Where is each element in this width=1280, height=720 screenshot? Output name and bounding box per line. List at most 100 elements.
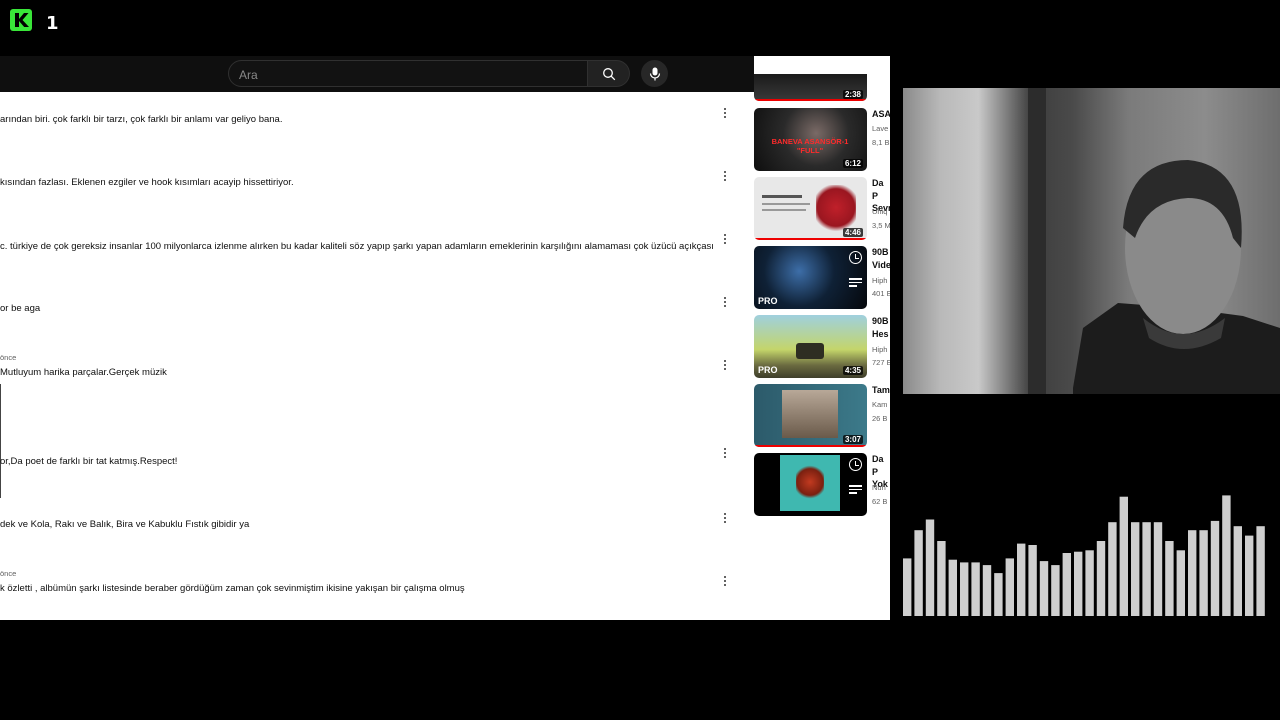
video-channel[interactable]: Hiph [872, 274, 887, 287]
webcam-feed [903, 88, 1280, 394]
visualizer-bar [982, 565, 992, 616]
comment-menu-icon[interactable] [722, 448, 728, 462]
video-thumbnail[interactable]: PRO [754, 246, 867, 309]
reply-thread-line [0, 384, 1, 498]
watch-later-icon[interactable] [849, 251, 862, 264]
comment-menu-icon[interactable] [722, 234, 728, 248]
video-duration: 4:46 [842, 228, 863, 237]
comment-text: c. türkiye de çok gereksiz insanlar 100 … [0, 241, 714, 252]
video-stats: 8,1 B [872, 138, 890, 147]
search-icon [603, 68, 616, 81]
visualizer-bar [994, 573, 1003, 616]
search-box[interactable] [228, 60, 588, 87]
comment-menu-icon[interactable] [722, 297, 728, 311]
visualizer-bar [1256, 526, 1265, 616]
video-thumbnail[interactable]: BANEVA ASANSÖR-1 "FULL" 6:12 [754, 108, 867, 171]
visualizer-bar [1039, 561, 1049, 616]
visualizer-bar [1051, 565, 1060, 616]
video-title[interactable]: Tam [872, 384, 890, 397]
visualizer-bar [1085, 550, 1094, 616]
comments-section: arından biri. çok farklı bir tarzı, çok … [0, 92, 750, 620]
video-channel[interactable]: Lave [872, 122, 888, 135]
video-channel[interactable]: Nuh [872, 481, 886, 494]
visualizer-bar [1108, 522, 1117, 616]
watch-progress [754, 445, 867, 447]
video-duration: 3:07 [842, 435, 863, 444]
video-title[interactable]: 90B Hes [872, 315, 889, 340]
microphone-icon [649, 67, 660, 80]
browser-window: arından biri. çok farklı bir tarzı, çok … [0, 56, 890, 620]
video-stats: 3,5 M [872, 221, 890, 230]
visualizer-bar [1142, 522, 1151, 616]
video-stats: 401 E [872, 289, 890, 298]
video-thumbnail[interactable]: PRO 4:35 [754, 315, 867, 378]
comment-text: or be aga [0, 303, 41, 314]
thumbnail-text-line [762, 203, 810, 205]
comment-text: or,Da poet de farklı bir tat katmış.Resp… [0, 456, 178, 467]
comment-menu-icon[interactable] [722, 108, 728, 122]
visualizer-bar [1199, 530, 1208, 616]
comment-text: k özletti , albümün şarkı listesinde ber… [0, 583, 465, 594]
thumbnail-text-line [762, 195, 802, 198]
visualizer-bar [1074, 551, 1083, 616]
visualizer-bar [1222, 495, 1231, 616]
search-input[interactable] [237, 64, 581, 86]
video-stats: 62 B [872, 497, 888, 506]
visualizer-bar [1005, 558, 1014, 616]
recommended-videos: 2:38 BANEVA ASANSÖR-1 "FULL" 6:12 ASA La… [754, 56, 890, 620]
video-stats: 727 E [872, 358, 890, 367]
visualizer-bar [1176, 550, 1185, 616]
visualizer-bar [1188, 530, 1197, 616]
thumbnail-brand-text: PRO [758, 296, 778, 306]
visualizer-bar [914, 530, 923, 616]
visualizer-bar [1233, 526, 1242, 616]
visualizer-bar [971, 562, 980, 616]
streamer-silhouette [1028, 88, 1280, 394]
visualizer-bar [960, 562, 969, 616]
comment-menu-icon[interactable] [722, 360, 728, 374]
visualizer-bar [1245, 535, 1254, 616]
search-button[interactable] [588, 60, 630, 87]
video-stats: 26 B [872, 414, 888, 423]
add-to-queue-icon[interactable] [849, 485, 862, 495]
visualizer-bar [1017, 543, 1026, 616]
audio-visualizer [903, 495, 1265, 616]
video-channel[interactable]: Hiph [872, 343, 887, 356]
thumbnail-vehicle [796, 343, 824, 359]
thumbnail-photo [782, 390, 838, 438]
comment-menu-icon[interactable] [722, 171, 728, 185]
visualizer-bar [1131, 522, 1140, 616]
comment-timestamp: önce [0, 569, 17, 578]
video-duration: 4:35 [842, 366, 863, 375]
thumbnail-brand-text: PRO [758, 365, 778, 375]
visualizer-bar [1096, 541, 1106, 616]
visualizer-bar [1153, 522, 1163, 616]
comment-text: arından biri. çok farklı bir tarzı, çok … [0, 114, 283, 125]
comment-timestamp: önce [0, 353, 17, 362]
k-logo-icon [10, 9, 32, 31]
channel-number: 1 [46, 13, 59, 34]
watch-progress [754, 99, 867, 101]
comment-menu-icon[interactable] [722, 576, 728, 590]
visualizer-bar [1210, 520, 1220, 616]
voice-search-button[interactable] [641, 60, 668, 87]
video-duration: 6:12 [842, 159, 863, 168]
comment-menu-icon[interactable] [722, 513, 728, 527]
watch-progress [754, 238, 867, 240]
video-thumbnail[interactable]: 3:07 [754, 384, 867, 447]
video-channel[interactable]: Uniq [872, 205, 887, 218]
video-title[interactable]: ASA [872, 108, 890, 121]
thumbnail-text-line [762, 209, 806, 211]
channel-logo: 1 [10, 9, 59, 33]
add-to-queue-icon[interactable] [849, 278, 862, 288]
thumbnail-artwork [780, 455, 840, 511]
thumbnail-artwork-figure [796, 465, 824, 499]
video-title[interactable]: 90B Vide [872, 246, 890, 271]
video-thumbnail[interactable]: 4:46 [754, 177, 867, 240]
watch-later-icon[interactable] [849, 458, 862, 471]
video-duration: 2:38 [842, 90, 863, 99]
visualizer-bar [1165, 541, 1174, 616]
video-thumbnail[interactable]: 2:38 [754, 74, 867, 101]
video-thumbnail[interactable] [754, 453, 867, 516]
video-channel[interactable]: Kam [872, 398, 887, 411]
